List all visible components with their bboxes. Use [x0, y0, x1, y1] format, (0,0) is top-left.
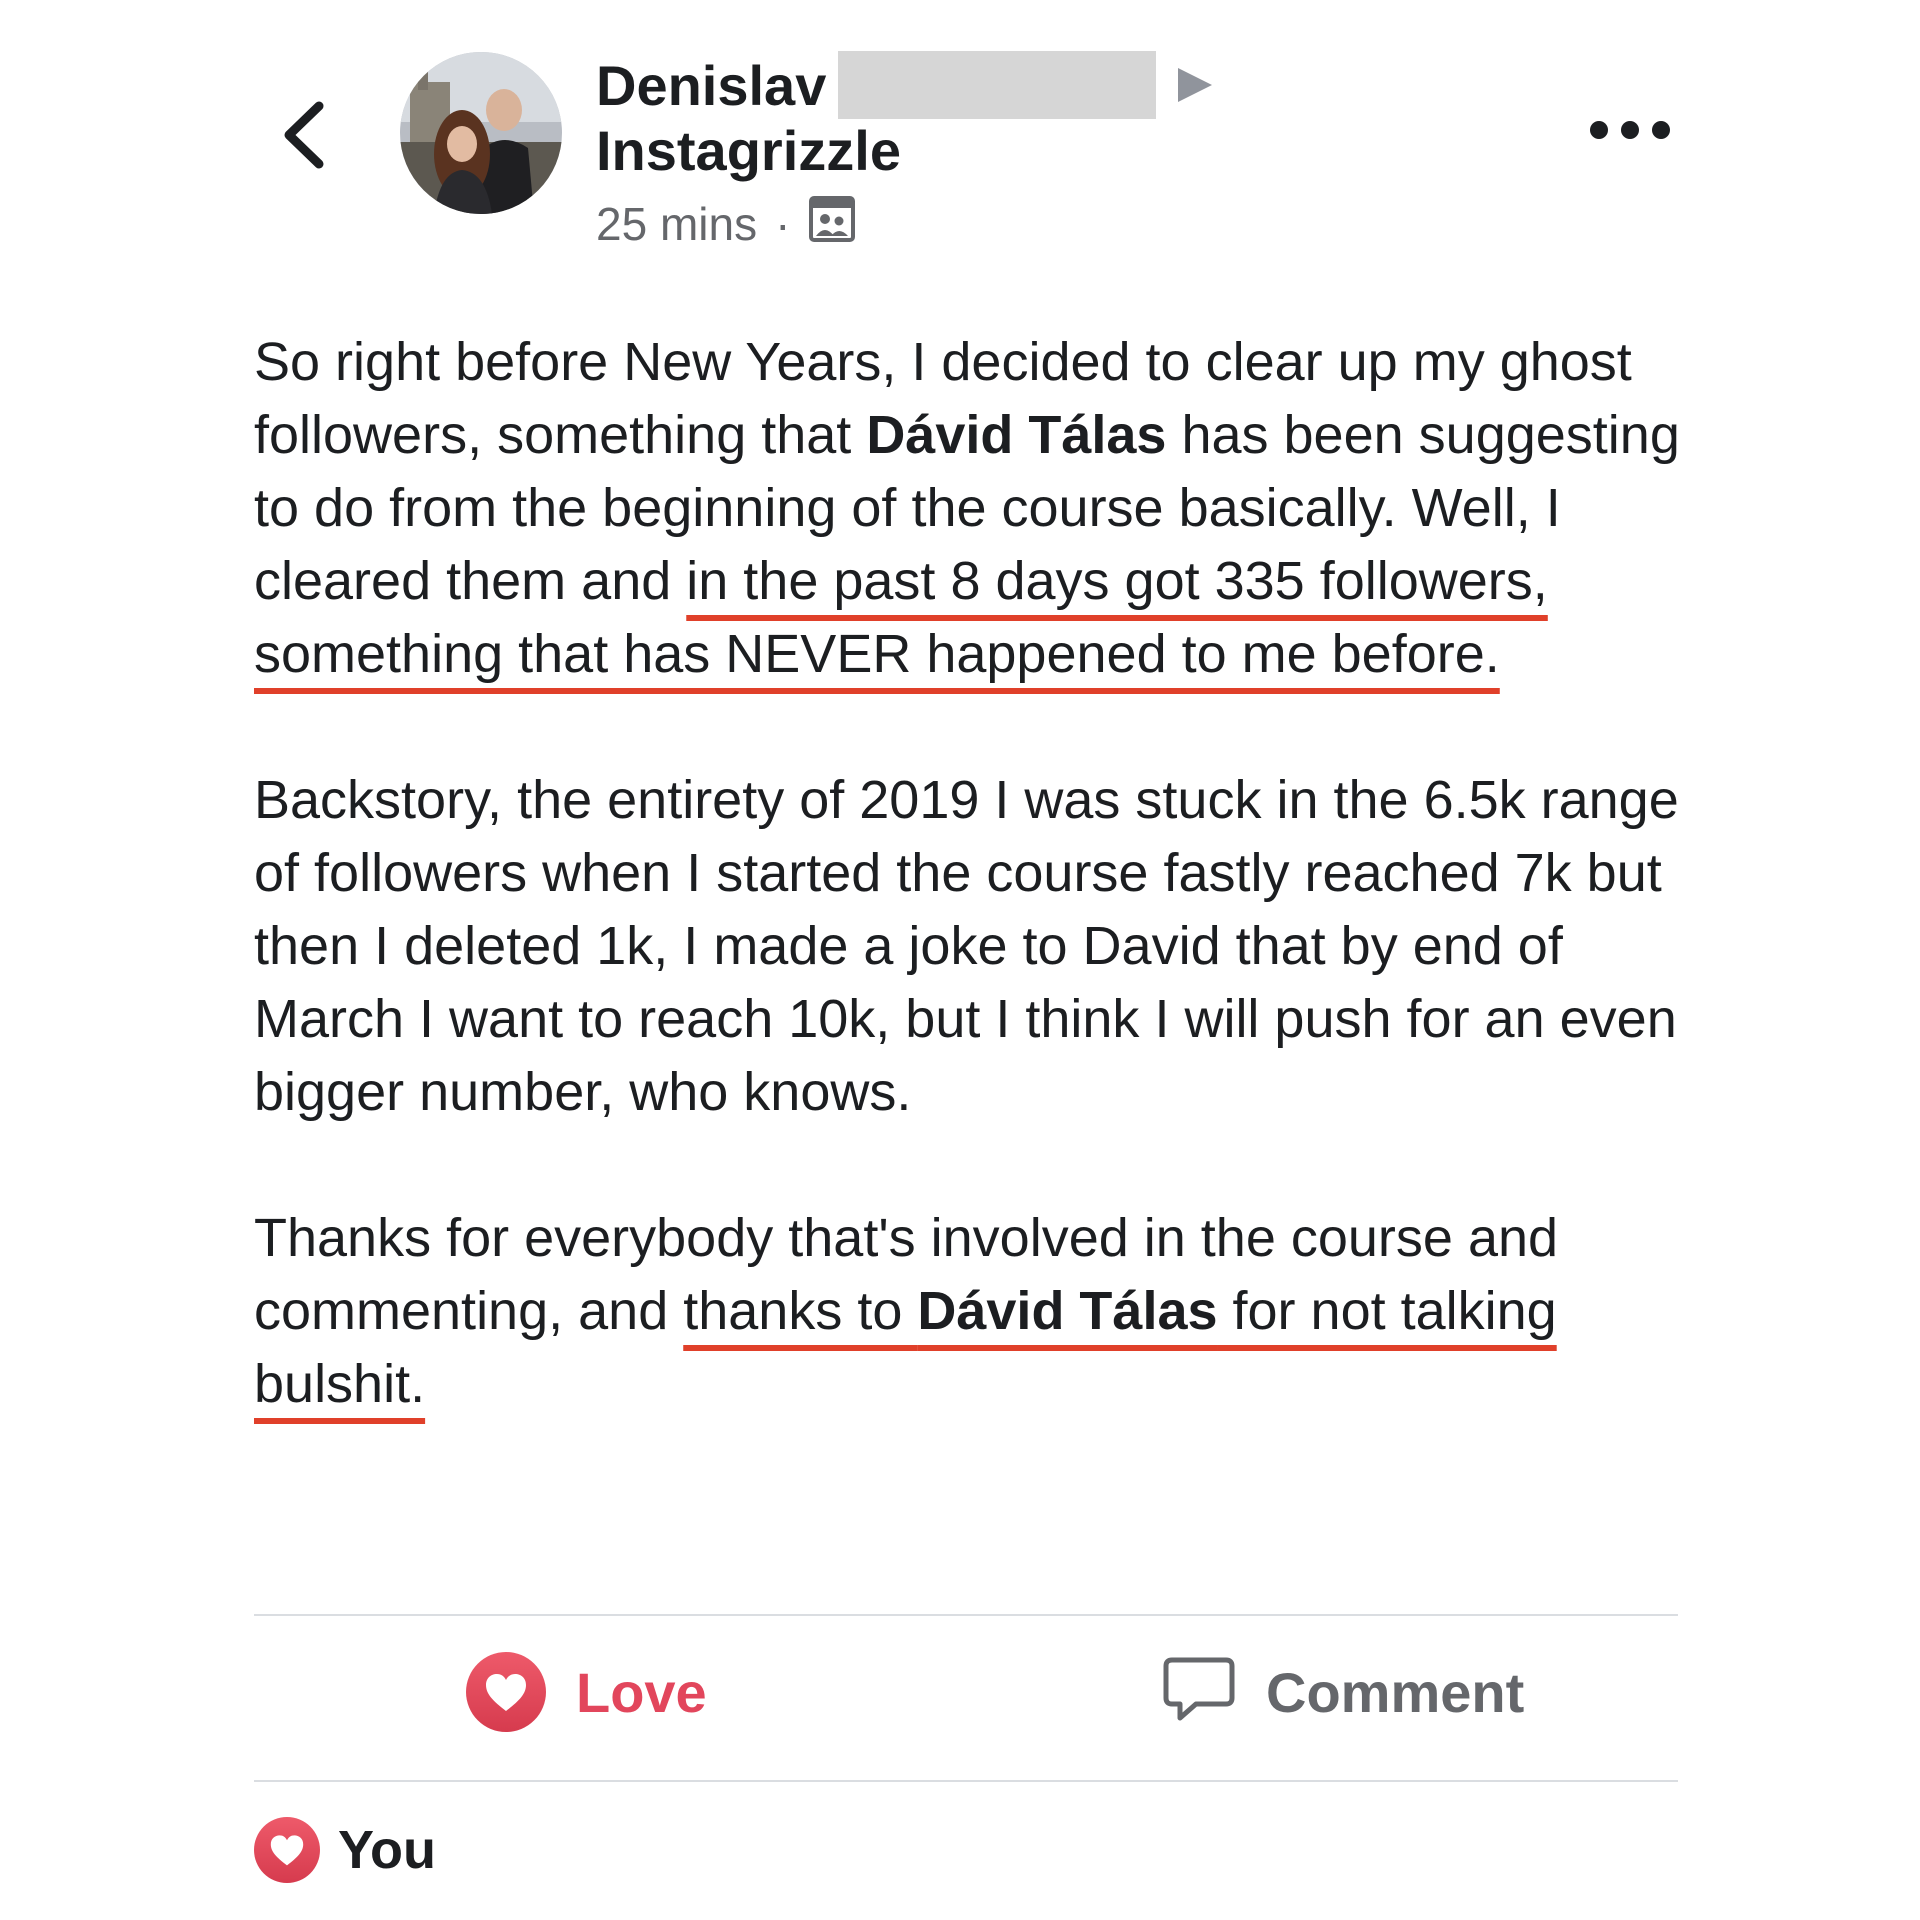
mention-link[interactable]: Dávid Tálas [917, 1281, 1217, 1341]
back-button[interactable] [268, 90, 338, 180]
group-name[interactable]: Instagrizzle [596, 118, 901, 183]
more-dot-icon [1590, 121, 1608, 139]
more-dot-icon [1621, 121, 1639, 139]
group-audience-icon [808, 195, 856, 254]
author-name[interactable]: Denislav [596, 53, 826, 118]
post-author[interactable]: Denislav [596, 50, 1216, 120]
reactions-summary[interactable]: You [254, 1812, 436, 1888]
mention-link[interactable]: Dávid Tálas [866, 405, 1166, 465]
divider [254, 1780, 1678, 1782]
heart-reaction-icon [254, 1817, 320, 1883]
avatar-photo [400, 52, 562, 214]
chevron-left-icon [284, 101, 324, 169]
comment-button[interactable]: Comment [1162, 1650, 1524, 1734]
more-dot-icon [1652, 121, 1670, 139]
timestamp[interactable]: 25 mins [596, 197, 757, 251]
play-arrow-icon [1174, 64, 1216, 106]
avatar[interactable] [400, 52, 562, 214]
heart-icon [466, 1652, 546, 1732]
love-label: Love [576, 1660, 707, 1724]
comment-label: Comment [1266, 1660, 1525, 1724]
reactions-label: You [338, 1820, 436, 1880]
post-paragraph: Backstory, the entirety of 2019 I was st… [254, 770, 1679, 1122]
redacted-surname-block [838, 51, 1157, 119]
post-meta: 25 mins · [596, 195, 856, 254]
post-paragraph: So right before New Years, I decided to … [254, 332, 1680, 684]
love-button[interactable]: Love [466, 1650, 707, 1734]
comment-icon [1162, 1654, 1236, 1731]
meta-separator: · [775, 198, 791, 250]
post-text: So right before New Years, I decided to … [254, 326, 1694, 1421]
divider [254, 1614, 1678, 1616]
more-options-button[interactable] [1590, 110, 1670, 150]
post-paragraph: Thanks for everybody that's involved in … [254, 1208, 1559, 1414]
